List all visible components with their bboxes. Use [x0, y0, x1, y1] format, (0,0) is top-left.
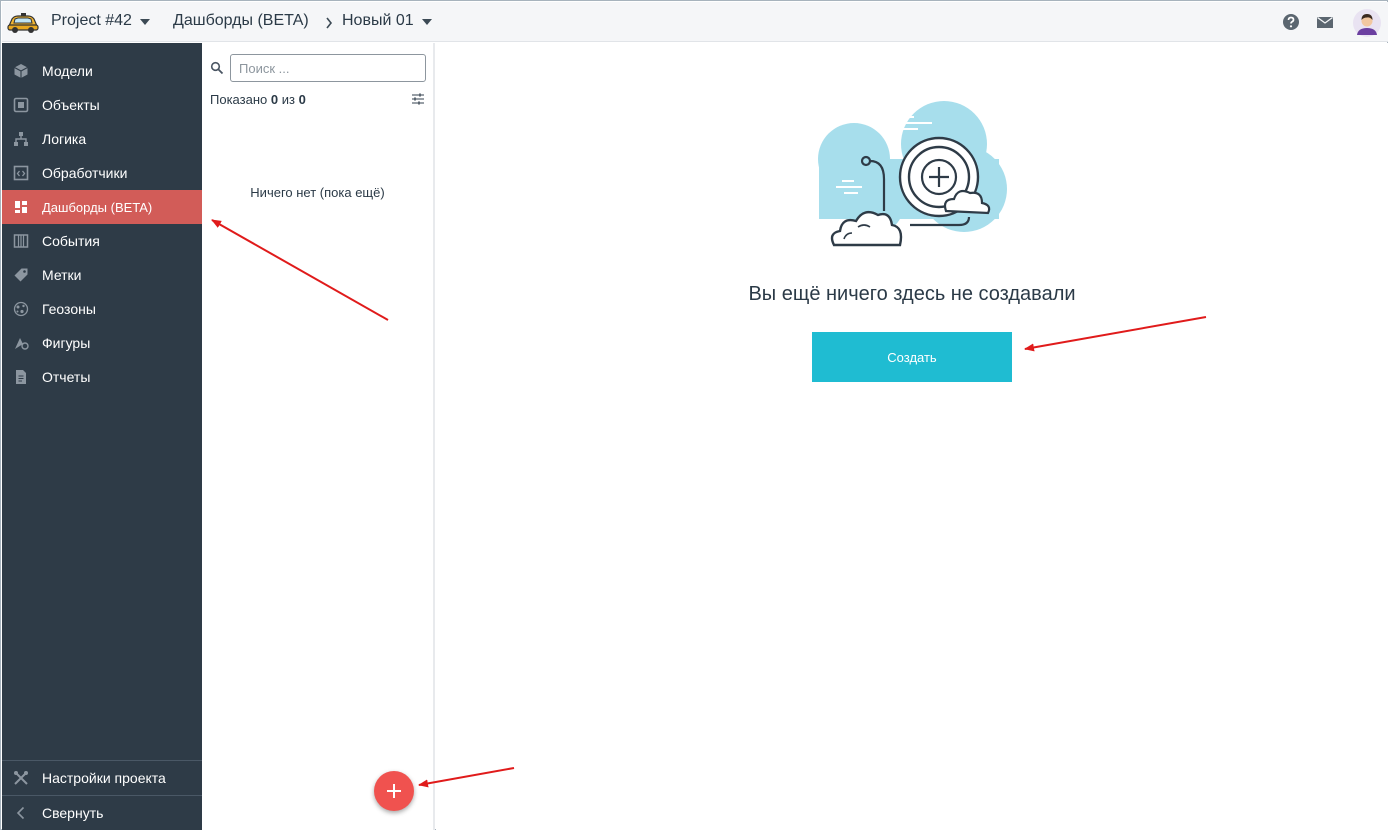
sidebar-item-events[interactable]: События [2, 224, 202, 258]
sidebar-item-dashboards[interactable]: Дашборды (BETA) [2, 190, 202, 224]
cube-icon [14, 64, 28, 78]
empty-state-cloud-illustration [818, 101, 1007, 247]
square-icon [13, 97, 29, 113]
mail-icon[interactable] [1315, 12, 1335, 32]
columns-icon [13, 234, 29, 248]
project-selector[interactable]: Project #42 [51, 12, 150, 30]
sidebar-item-label: Геозоны [42, 301, 96, 317]
sidebar-item-tags[interactable]: Метки [2, 258, 202, 292]
sidebar-item-label: События [42, 233, 100, 249]
globe-icon [13, 301, 29, 317]
chevron-right-icon [326, 17, 333, 29]
sidebar: Модели Объекты Логика Обработчики Дашбор… [2, 43, 202, 830]
car-logo-icon[interactable] [6, 8, 40, 36]
add-dashboard-button[interactable] [374, 771, 414, 811]
sidebar-item-label: Логика [42, 131, 87, 147]
shown-count-value: 0 [270, 92, 279, 107]
code-window-icon [13, 165, 29, 181]
sidebar-item-label: Свернуть [42, 805, 104, 821]
tools-icon [14, 771, 28, 785]
sidebar-item-objects[interactable]: Объекты [2, 88, 202, 122]
sidebar-item-label: Настройки проекта [42, 770, 166, 786]
sidebar-item-label: Отчеты [42, 369, 91, 385]
hierarchy-icon [14, 132, 28, 146]
sidebar-item-models[interactable]: Модели [2, 54, 202, 88]
sidebar-item-label: Фигуры [42, 335, 91, 351]
sidebar-item-logic[interactable]: Логика [2, 122, 202, 156]
shown-total-value: 0 [298, 92, 306, 107]
current-dashboard-name: Новый 01 [342, 12, 414, 29]
section-name: Дашборды (BETA) [173, 12, 309, 29]
project-name: Project #42 [51, 12, 132, 29]
filter-settings-icon[interactable] [411, 92, 425, 106]
empty-state-title: Вы ещё ничего здесь не создавали [748, 283, 1076, 305]
sidebar-item-project-settings[interactable]: Настройки проекта [2, 761, 202, 795]
sidebar-item-shapes[interactable]: Фигуры [2, 326, 202, 360]
shapes-icon [15, 338, 29, 350]
empty-list-message: Ничего нет (пока ещё) [250, 185, 385, 200]
chevron-down-icon [139, 19, 150, 25]
dashboard-list-panel: Показано 0 из 0 Ничего нет (пока ещё) [202, 43, 435, 830]
main-content: Вы ещё ничего здесь не создавали Создать [436, 43, 1388, 830]
shown-mid: из [281, 92, 295, 107]
sidebar-item-label: Модели [42, 63, 93, 79]
sidebar-item-geozones[interactable]: Геозоны [2, 292, 202, 326]
shown-count: Показано 0 из 0 [210, 92, 306, 107]
sidebar-collapse-button[interactable]: Свернуть [2, 796, 202, 830]
breadcrumb-section[interactable]: Дашборды (BETA) [173, 12, 309, 30]
top-bar: Project #42 Дашборды (BETA) Новый 01 [2, 2, 1388, 42]
create-button[interactable]: Создать [812, 332, 1012, 382]
tag-icon [14, 268, 28, 282]
sidebar-item-label: Дашборды (BETA) [42, 200, 153, 215]
sidebar-item-label: Метки [42, 267, 82, 283]
dashboard-icon [15, 201, 27, 213]
chevron-left-icon [16, 806, 25, 820]
sidebar-item-label: Обработчики [42, 165, 128, 181]
avatar[interactable] [1352, 8, 1382, 38]
search-input[interactable] [230, 54, 426, 82]
sidebar-item-reports[interactable]: Отчеты [2, 360, 202, 394]
sidebar-item-label: Объекты [42, 97, 100, 113]
report-icon [16, 370, 26, 384]
chevron-down-icon [421, 19, 432, 25]
help-icon[interactable] [1281, 12, 1301, 32]
sidebar-item-handlers[interactable]: Обработчики [2, 156, 202, 190]
shown-prefix: Показано [210, 92, 268, 107]
app-window: Project #42 Дашборды (BETA) Новый 01 Мод… [0, 0, 1388, 830]
search-icon [210, 61, 224, 75]
dashboard-selector[interactable]: Новый 01 [342, 12, 432, 30]
